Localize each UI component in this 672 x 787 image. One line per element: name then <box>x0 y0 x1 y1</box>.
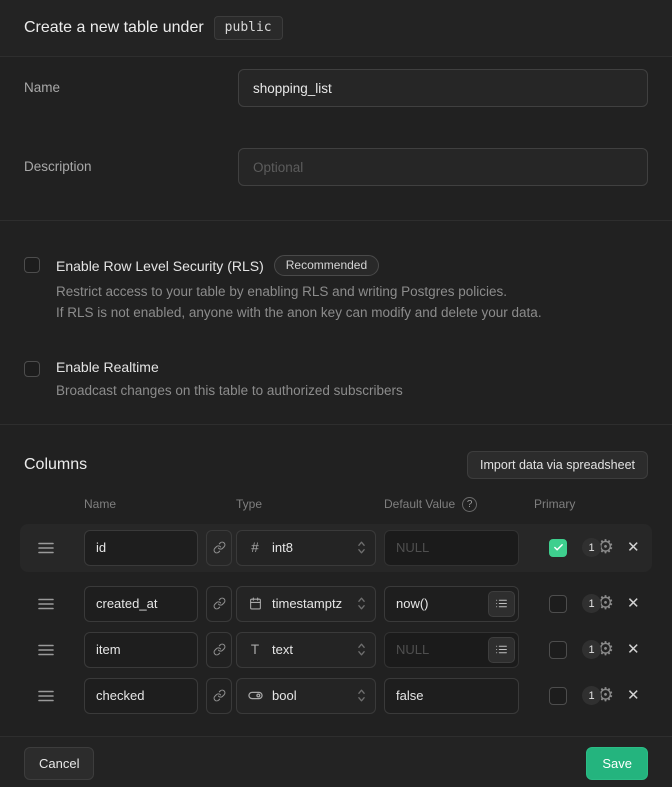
dialog-header: Create a new table under public <box>0 0 672 57</box>
rls-checkbox[interactable] <box>24 257 40 273</box>
realtime-description: Broadcast changes on this table to autho… <box>56 381 403 402</box>
column-type-label: text <box>272 642 293 657</box>
table-description-input[interactable] <box>238 148 648 186</box>
table-name-input[interactable] <box>238 69 648 107</box>
columns-table-header: Name Type Default Value ? Primary <box>20 497 652 512</box>
schema-badge: public <box>214 16 283 40</box>
column-settings-button[interactable]: 1 ⚙ <box>582 686 614 705</box>
remove-column-button[interactable]: ✕ <box>627 642 640 657</box>
column-type-select[interactable]: # int8 <box>236 530 376 566</box>
foreign-key-button[interactable] <box>206 530 232 566</box>
rls-option: Enable Row Level Security (RLS) Recommen… <box>24 255 648 323</box>
name-label: Name <box>24 69 238 107</box>
check-icon <box>553 542 564 553</box>
import-spreadsheet-button[interactable]: Import data via spreadsheet <box>467 451 648 479</box>
column-type-select[interactable]: bool <box>236 678 376 714</box>
foreign-key-button[interactable] <box>206 678 232 714</box>
settings-count-badge: 1 <box>582 594 601 613</box>
columns-section: Columns Import data via spreadsheet Name… <box>0 425 672 736</box>
remove-column-button[interactable]: ✕ <box>627 540 640 555</box>
description-row: Description <box>24 148 648 186</box>
column-type-label: bool <box>272 688 297 703</box>
column-row-id: # int8 1 ⚙ ✕ <box>20 524 652 572</box>
save-button[interactable]: Save <box>586 747 648 780</box>
header-name: Name <box>84 497 236 511</box>
primary-checkbox[interactable] <box>549 641 567 659</box>
foreign-key-button[interactable] <box>206 632 232 668</box>
chevron-updown-icon <box>356 596 367 611</box>
settings-count-badge: 1 <box>582 538 601 557</box>
column-row-item: T text 1 ⚙ ✕ <box>20 632 652 668</box>
cancel-button[interactable]: Cancel <box>24 747 94 780</box>
column-type-select[interactable]: T text <box>236 632 376 668</box>
default-value-input[interactable] <box>384 530 519 566</box>
column-row-created-at: timestamptz 1 ⚙ ✕ <box>20 586 652 622</box>
chevron-updown-icon <box>356 688 367 703</box>
link-icon <box>213 689 226 702</box>
table-info-form: Name Description <box>0 57 672 221</box>
column-row-checked: bool 1 ⚙ ✕ <box>20 678 652 714</box>
default-value-menu-button[interactable] <box>488 637 515 663</box>
header-type: Type <box>236 497 384 511</box>
settings-count-badge: 1 <box>582 640 601 659</box>
description-label: Description <box>24 148 238 186</box>
rls-description: Restrict access to your table by enablin… <box>56 282 542 323</box>
default-value-menu-button[interactable] <box>488 591 515 617</box>
realtime-label: Enable Realtime <box>56 359 159 375</box>
column-rows: # int8 1 ⚙ ✕ <box>20 524 652 714</box>
chevron-updown-icon <box>356 540 367 555</box>
primary-checkbox[interactable] <box>549 539 567 557</box>
header-primary: Primary <box>534 497 575 511</box>
chevron-updown-icon <box>356 642 367 657</box>
calendar-icon <box>247 597 263 610</box>
drag-handle-icon[interactable] <box>38 643 84 657</box>
column-settings-button[interactable]: 1 ⚙ <box>582 538 614 557</box>
foreign-key-button[interactable] <box>206 586 232 622</box>
drag-handle-icon[interactable] <box>38 541 84 555</box>
link-icon <box>213 541 226 554</box>
link-icon <box>213 597 226 610</box>
column-name-input[interactable] <box>84 586 198 622</box>
recommended-badge: Recommended <box>274 255 379 276</box>
drag-handle-icon[interactable] <box>38 597 84 611</box>
hash-icon: # <box>247 540 263 555</box>
close-icon: ✕ <box>627 538 640 556</box>
default-value-input[interactable] <box>384 678 519 714</box>
drag-handle-icon[interactable] <box>38 689 84 703</box>
table-options: Enable Row Level Security (RLS) Recommen… <box>0 221 672 425</box>
primary-checkbox[interactable] <box>549 595 567 613</box>
settings-count-badge: 1 <box>582 686 601 705</box>
primary-checkbox[interactable] <box>549 687 567 705</box>
name-row: Name <box>24 69 648 107</box>
column-name-input[interactable] <box>84 678 198 714</box>
column-type-label: timestamptz <box>272 596 342 611</box>
close-icon: ✕ <box>627 594 640 612</box>
list-icon <box>495 597 508 610</box>
link-icon <box>213 643 226 656</box>
realtime-option: Enable Realtime Broadcast changes on thi… <box>24 359 648 402</box>
toggle-icon <box>247 688 263 703</box>
close-icon: ✕ <box>627 640 640 658</box>
create-table-dialog: Create a new table under public Name Des… <box>0 0 672 787</box>
column-type-label: int8 <box>272 540 293 555</box>
rls-label: Enable Row Level Security (RLS) <box>56 258 264 274</box>
column-settings-button[interactable]: 1 ⚙ <box>582 594 614 613</box>
column-settings-button[interactable]: 1 ⚙ <box>582 640 614 659</box>
dialog-footer: Cancel Save <box>0 736 672 787</box>
help-icon[interactable]: ? <box>462 497 477 512</box>
columns-title: Columns <box>24 456 87 474</box>
close-icon: ✕ <box>627 686 640 704</box>
text-type-icon: T <box>247 642 263 657</box>
column-name-input[interactable] <box>84 530 198 566</box>
realtime-checkbox[interactable] <box>24 361 40 377</box>
dialog-title: Create a new table under <box>24 19 204 37</box>
column-type-select[interactable]: timestamptz <box>236 586 376 622</box>
header-default-value: Default Value <box>384 497 455 511</box>
column-name-input[interactable] <box>84 632 198 668</box>
remove-column-button[interactable]: ✕ <box>627 688 640 703</box>
remove-column-button[interactable]: ✕ <box>627 596 640 611</box>
list-icon <box>495 643 508 656</box>
